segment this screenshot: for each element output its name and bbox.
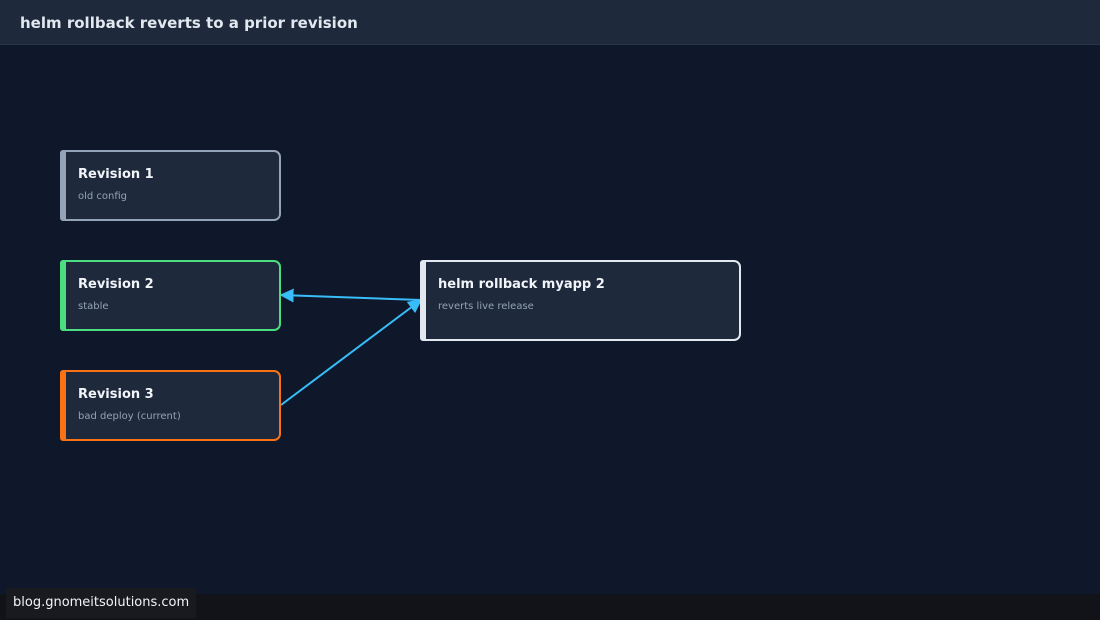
node-title: Revision 1 — [78, 167, 154, 182]
node-revision-3[interactable]: Revision 3 bad deploy (current) — [60, 370, 281, 441]
node-subtitle: stable — [78, 301, 109, 312]
node-title: Revision 2 — [78, 277, 154, 292]
node-subtitle: reverts live release — [438, 301, 534, 312]
node-revision-1[interactable]: Revision 1 old config — [60, 150, 281, 221]
node-title: helm rollback myapp 2 — [438, 277, 605, 292]
watermark: blog.gnomeitsolutions.com — [6, 588, 197, 618]
edge-rev3-to-cmd — [280, 299, 423, 406]
node-subtitle: old config — [78, 191, 128, 202]
node-subtitle: bad deploy (current) — [78, 411, 181, 422]
diagram-canvas: helm rollback reverts to a prior revisio… — [0, 0, 1100, 620]
node-helm-rollback-command[interactable]: helm rollback myapp 2 reverts live relea… — [420, 260, 741, 341]
node-revision-2[interactable]: Revision 2 stable — [60, 260, 281, 331]
node-title: Revision 3 — [78, 387, 154, 402]
edge-cmd-to-rev2 — [279, 288, 422, 303]
